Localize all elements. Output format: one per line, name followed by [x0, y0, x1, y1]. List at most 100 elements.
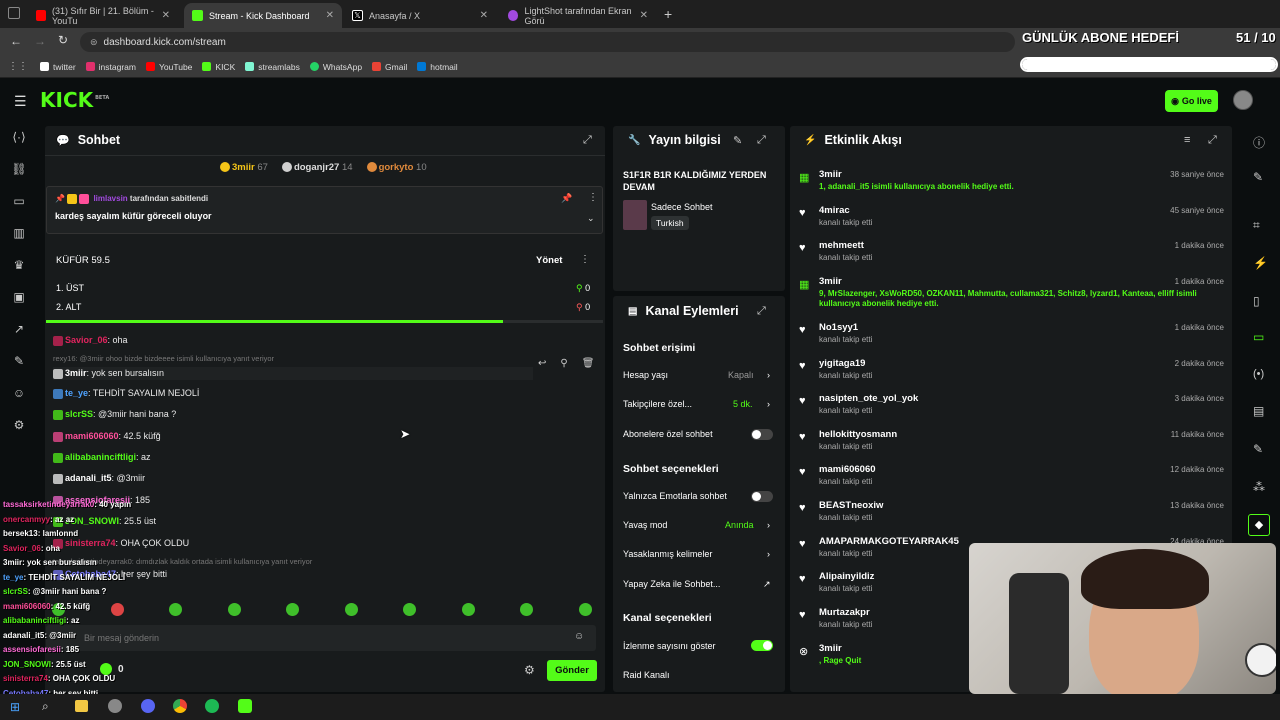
popout-icon[interactable]: ⤢	[757, 305, 766, 318]
site-info-icon[interactable]: ⊜	[90, 37, 98, 48]
activity-username[interactable]: Murtazakpr	[819, 607, 870, 618]
popout-icon[interactable]: ⤢	[757, 134, 766, 147]
top-gifter[interactable]: doganjr27 14	[281, 162, 353, 173]
activity-username[interactable]: mami606060	[819, 464, 876, 475]
lightning-icon[interactable]: ⚡	[1253, 256, 1268, 270]
reply-context[interactable]: rexy16: @3miir ohoo bizde bizdeeee isiml…	[53, 354, 274, 363]
top-gifter[interactable]: 3miir 67	[220, 162, 268, 173]
bookmark-youtube[interactable]: YouTube	[146, 62, 192, 72]
followers-only-row[interactable]: Takipçilere özel... 5 dk. ›	[623, 399, 775, 409]
edit-icon[interactable]: ✎	[733, 134, 742, 147]
reply-icon[interactable]: ↩	[538, 358, 546, 369]
more-icon[interactable]: ⋮	[588, 192, 598, 203]
activity-username[interactable]: No1syy1	[819, 322, 858, 333]
more-icon[interactable]: ⋮	[580, 254, 590, 265]
chat-message[interactable]: Savior_06: oha	[53, 335, 128, 346]
chat-message[interactable]: 3miir: yok sen bursalısın	[53, 367, 533, 380]
tab-search-icon[interactable]	[8, 7, 20, 19]
users-icon[interactable]: ⁂	[1253, 480, 1265, 494]
chart-icon[interactable]: ↗	[12, 322, 26, 336]
forward-icon[interactable]: →	[34, 34, 46, 48]
chat-username[interactable]: mami606060	[65, 431, 119, 441]
back-icon[interactable]: ←	[10, 34, 22, 48]
close-icon[interactable]: ✕	[640, 10, 648, 21]
close-icon[interactable]: ✕	[480, 10, 488, 21]
spotify-icon[interactable]	[205, 699, 219, 713]
go-live-button[interactable]: ◉ Go live	[1165, 90, 1218, 112]
browser-tab-kick-dashboard[interactable]: Stream - Kick Dashboard ✕	[184, 3, 342, 28]
discord-icon[interactable]	[141, 699, 155, 713]
pencil-icon[interactable]: ✎	[1253, 170, 1263, 184]
emote-icon[interactable]	[578, 603, 592, 616]
file-explorer-icon[interactable]	[75, 700, 88, 712]
chrome-icon[interactable]	[173, 699, 187, 713]
wrench-icon[interactable]: ✎	[1253, 442, 1263, 456]
bookmark-gmail[interactable]: Gmail	[372, 62, 407, 72]
activity-username[interactable]: 4mirac	[819, 205, 850, 216]
link-icon[interactable]: ⛓	[11, 162, 26, 176]
activity-username[interactable]: yigitaga19	[819, 358, 865, 369]
bookmark-instagram[interactable]: instagram	[85, 62, 136, 72]
chat-username[interactable]: adanali_it5	[65, 473, 112, 483]
chat-username[interactable]: alibabaninciftligi	[65, 452, 136, 462]
wrench-icon[interactable]: ✎	[12, 354, 26, 368]
bookmark-kick[interactable]: KICK	[202, 62, 235, 72]
reload-icon[interactable]: ↻	[58, 33, 68, 47]
close-icon[interactable]: ✕	[162, 10, 170, 21]
activity-username[interactable]: AMAPARMAKGOTEYARRAK45	[819, 536, 959, 547]
document-icon[interactable]: ▯	[1253, 294, 1260, 308]
emote-icon[interactable]	[461, 603, 475, 616]
browser-tab-x[interactable]: 𝕏 Anasayfa / X ✕	[344, 3, 496, 28]
poll-option[interactable]: 2. ALT	[56, 302, 81, 312]
chat-message[interactable]: adanali_it5: @3miir	[53, 473, 145, 484]
stream-icon[interactable]: ⟨·⟩	[12, 130, 26, 144]
browser-tab-lightshot[interactable]: LightShot tarafından Ekran Görü ✕	[500, 3, 656, 28]
chat-username[interactable]: 3miir	[65, 368, 87, 378]
emote-icon[interactable]	[520, 603, 533, 616]
send-button[interactable]: Gönder	[547, 660, 597, 681]
bookmark-twitter[interactable]: twitter	[40, 62, 76, 72]
media-icon[interactable]: ▣	[12, 290, 26, 304]
pinned-message[interactable]: 📌 limlavsin tarafından sabitlendi kardeş…	[46, 186, 603, 234]
subs-only-toggle[interactable]	[751, 429, 773, 440]
activity-username[interactable]: BEASTneoxiw	[819, 500, 883, 511]
emote-icon[interactable]	[344, 603, 358, 616]
avatar[interactable]	[1233, 90, 1253, 110]
bookmark-streamlabs[interactable]: streamlabs	[245, 62, 300, 72]
info-icon[interactable]: ⓘ	[1253, 134, 1265, 151]
show-viewers-toggle[interactable]	[751, 640, 773, 651]
popout-icon[interactable]: ⤢	[583, 134, 592, 147]
pin-icon[interactable]: ⚲	[560, 358, 567, 369]
analytics-icon[interactable]: ▥	[12, 226, 26, 240]
account-age-row[interactable]: Hesap yaşı Kapalı ›	[623, 370, 775, 380]
filter-icon[interactable]: ≡	[1184, 134, 1190, 146]
chat-message[interactable]: slcrSS: @3miir hani bana ?	[53, 409, 176, 420]
activity-username[interactable]: mehmeett	[819, 240, 864, 251]
emote-icon[interactable]	[227, 603, 241, 616]
close-icon[interactable]: ✕	[326, 10, 334, 21]
activity-username[interactable]: hellokittyosmann	[819, 429, 897, 440]
video-icon[interactable]: ▭	[12, 194, 26, 208]
chevron-down-icon[interactable]: ⌄	[587, 213, 595, 224]
chat-username[interactable]: te_ye	[65, 388, 88, 398]
top-gifter[interactable]: gorkyto 10	[366, 162, 427, 173]
banned-words-row[interactable]: Yasaklanmış kelimeler ›	[623, 549, 775, 559]
settings-icon[interactable]: ⚙	[12, 418, 26, 432]
slow-mode-row[interactable]: Yavaş mod Anında ›	[623, 520, 775, 530]
kick-logo[interactable]: KICK BETA	[40, 88, 109, 112]
emotes-only-toggle[interactable]	[751, 491, 773, 502]
emote-icon[interactable]	[403, 603, 416, 616]
menu-icon[interactable]: ☰	[14, 93, 27, 110]
windows-start-icon[interactable]: ⊞	[10, 700, 20, 714]
chat-message[interactable]: alibabaninciftligi: az	[53, 452, 151, 463]
activity-username[interactable]: 3miir	[819, 643, 842, 654]
streamlabs-icon[interactable]	[238, 699, 252, 713]
broadcast-icon[interactable]: (•)	[1253, 368, 1264, 380]
activity-username[interactable]: nasipten_ote_yol_yok	[819, 393, 918, 404]
app-icon[interactable]	[108, 699, 122, 713]
chat-message[interactable]: te_ye: TEHDİT SAYALIM NEJOLİ	[53, 388, 199, 399]
trophy-icon[interactable]: ♛	[12, 258, 26, 272]
shield-icon[interactable]: ▤	[1253, 404, 1264, 418]
activity-username[interactable]: Alipainyildiz	[819, 571, 874, 582]
stream-category[interactable]: Sadece Sohbet	[651, 202, 713, 212]
